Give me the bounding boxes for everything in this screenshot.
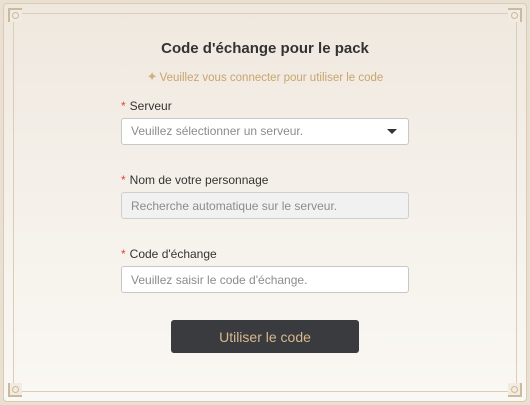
exchange-code-input[interactable] [121, 266, 409, 293]
frame-corner-ornament [508, 8, 522, 22]
dropdown-arrow-icon[interactable] [387, 129, 397, 134]
character-name-field [121, 192, 409, 219]
sparkle-star-icon: ✦ [146, 69, 158, 84]
server-select[interactable]: Veuillez sélectionner un serveur. [121, 118, 409, 145]
character-label-text: Nom de votre personnage [129, 173, 269, 187]
code-label: * Code d'échange [121, 247, 217, 261]
server-label-text: Serveur [129, 99, 172, 113]
required-mark: * [121, 173, 126, 187]
required-mark: * [121, 99, 126, 113]
server-select-placeholder: Veuillez sélectionner un serveur. [131, 124, 304, 138]
frame-corner-ornament [8, 383, 22, 397]
character-label: * Nom de votre personnage [121, 173, 268, 187]
redeem-button[interactable]: Utiliser le code [171, 320, 359, 353]
page-title: Code d'échange pour le pack [161, 40, 369, 57]
server-label: * Serveur [121, 99, 172, 113]
required-mark: * [121, 247, 126, 261]
frame-corner-ornament [8, 8, 22, 22]
login-notice-text[interactable]: Veuillez vous connecter pour utiliser le… [160, 72, 384, 84]
login-notice[interactable]: ✦ Veuillez vous connecter pour utiliser l… [0, 69, 530, 85]
frame-corner-ornament [508, 383, 522, 397]
code-label-text: Code d'échange [129, 247, 217, 261]
